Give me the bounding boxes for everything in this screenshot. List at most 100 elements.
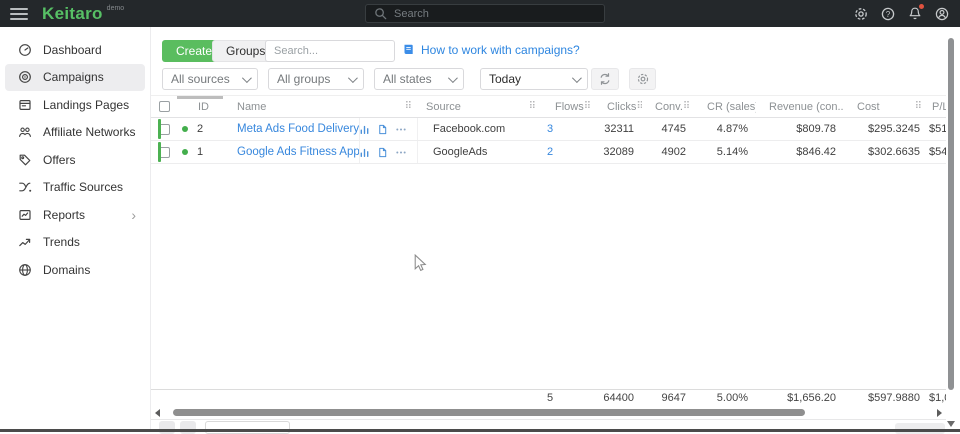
gear-icon [636,72,650,86]
sources-filter-select[interactable]: All sources [162,68,258,90]
cost-cell: $302.6635 [844,141,928,163]
flows-link[interactable]: 2 [547,146,553,158]
drag-handle-icon[interactable] [405,101,412,112]
drag-handle-icon[interactable] [529,101,536,112]
scroll-down-arrow-icon[interactable] [947,421,955,427]
sidebar-item-traffic-sources[interactable]: Traffic Sources [5,174,145,202]
notifications-bell-icon[interactable] [907,6,923,22]
offers-icon [18,152,33,167]
totals-cr: 5.00% [694,390,756,406]
states-filter-select[interactable]: All states [374,68,464,90]
menu-icon[interactable] [10,5,28,23]
clicks-cell: 32089 [594,141,642,163]
sidebar-item-label: Dashboard [43,43,102,57]
affiliate-networks-icon [18,125,33,140]
groups-filter-select[interactable]: All groups [268,68,364,90]
drag-handle-icon[interactable] [683,101,690,112]
table-row[interactable]: 1 Google Ads Fitness App Split GoogleAds… [151,141,946,164]
reports-icon [18,207,33,222]
sidebar-item-landings-pages[interactable]: Landings Pages [5,91,145,119]
chevron-down-icon [448,73,458,83]
sidebar-item-label: Affiliate Networks [43,125,135,139]
global-search[interactable] [365,4,605,23]
scroll-right-arrow-icon[interactable] [937,409,942,417]
date-range-select[interactable]: Today [480,68,588,90]
chevron-right-icon [131,210,136,220]
page-size-select[interactable] [205,421,290,434]
cr-cell: 5.14% [694,141,756,163]
campaigns-search-input[interactable] [265,40,395,62]
sidebar-item-domains[interactable]: Domains [5,256,145,284]
campaign-log-icon[interactable] [377,147,388,158]
pagination-button[interactable] [180,421,196,434]
drag-handle-icon[interactable] [915,101,922,112]
column-header-clicks[interactable]: Clicks [594,96,642,117]
totals-cost: $597.9880 [844,390,928,406]
column-header-actions [360,96,418,117]
sidebar-item-offers[interactable]: Offers [5,146,145,174]
column-header-name[interactable]: Name [227,96,360,117]
global-search-input[interactable] [394,8,574,20]
sidebar-item-reports[interactable]: Reports [5,201,145,229]
campaign-log-icon[interactable] [377,124,388,135]
clicks-cell: 32311 [594,118,642,140]
horizontal-scrollbar-thumb[interactable] [173,409,805,416]
totals-clicks: 64400 [594,390,642,406]
campaign-stats-icon[interactable] [360,124,370,135]
sidebar-item-label: Campaigns [43,70,104,84]
sidebar-item-label: Reports [43,208,85,222]
sidebar-item-dashboard[interactable]: Dashboard [5,36,145,64]
sidebar-item-affiliate-networks[interactable]: Affiliate Networks [5,119,145,147]
refresh-button[interactable] [591,68,619,90]
campaign-stats-icon[interactable] [360,147,370,158]
totals-pl: $1,05 [928,390,946,406]
sidebar-item-label: Traffic Sources [43,180,123,194]
campaigns-icon [18,70,33,85]
vertical-scrollbar-thumb[interactable] [948,38,954,390]
totals-row: 5 64400 9647 5.00% $1,656.20 $597.9880 $… [151,389,946,406]
scroll-left-arrow-icon[interactable] [155,409,160,417]
row-checkbox[interactable] [159,124,170,135]
revenue-cell: $846.42 [756,141,844,163]
horizontal-scrollbar[interactable] [151,406,946,420]
settings-gear-icon[interactable] [853,6,869,22]
flows-link[interactable]: 3 [547,123,553,135]
column-header-source[interactable]: Source [418,96,542,117]
campaign-name-link[interactable]: Google Ads Fitness App Split [237,146,360,158]
row-checkbox[interactable] [159,147,170,158]
column-header-revenue[interactable]: Revenue (con... [756,96,844,117]
sidebar-item-campaigns[interactable]: Campaigns [5,64,145,92]
select-all-checkbox[interactable] [159,101,170,112]
account-icon[interactable] [934,6,950,22]
filters-row: All sources All groups All states Today [151,68,946,90]
column-header-flows[interactable]: Flows [542,96,594,117]
column-header-cr[interactable]: CR (sales) [694,96,756,117]
pl-cell: $514 [928,118,946,140]
domains-icon [18,262,33,277]
notification-badge [919,4,924,9]
vertical-scrollbar[interactable] [948,27,955,430]
drag-handle-icon[interactable] [584,101,591,112]
column-header-conv[interactable]: Conv. [642,96,694,117]
svg-text:?: ? [886,10,891,19]
table-settings-button[interactable] [629,68,656,90]
pagination-button[interactable] [159,421,175,434]
status-active-dot [182,126,188,132]
bottom-edge-bar [0,429,960,432]
help-article-label: How to work with campaigns? [421,43,580,57]
help-article-link[interactable]: How to work with campaigns? [402,43,580,57]
column-header-cost[interactable]: Cost [844,96,928,117]
table-row[interactable]: 2 Meta Ads Food Delivery Promo Facebook.… [151,118,946,141]
more-actions-icon[interactable] [395,147,407,158]
date-range-value: Today [489,72,521,86]
campaign-name-link[interactable]: Meta Ads Food Delivery Promo [237,123,360,135]
refresh-icon [598,72,612,86]
app-logo: Keitaro [42,4,103,24]
column-header-id[interactable]: ID [177,96,227,117]
logo-demo-badge: demo [107,5,125,12]
pl-cell: $543 [928,141,946,163]
column-header-pl[interactable]: P/L ( [928,96,946,117]
sidebar-item-trends[interactable]: Trends [5,229,145,257]
help-icon[interactable]: ? [880,6,896,22]
more-actions-icon[interactable] [395,124,407,135]
